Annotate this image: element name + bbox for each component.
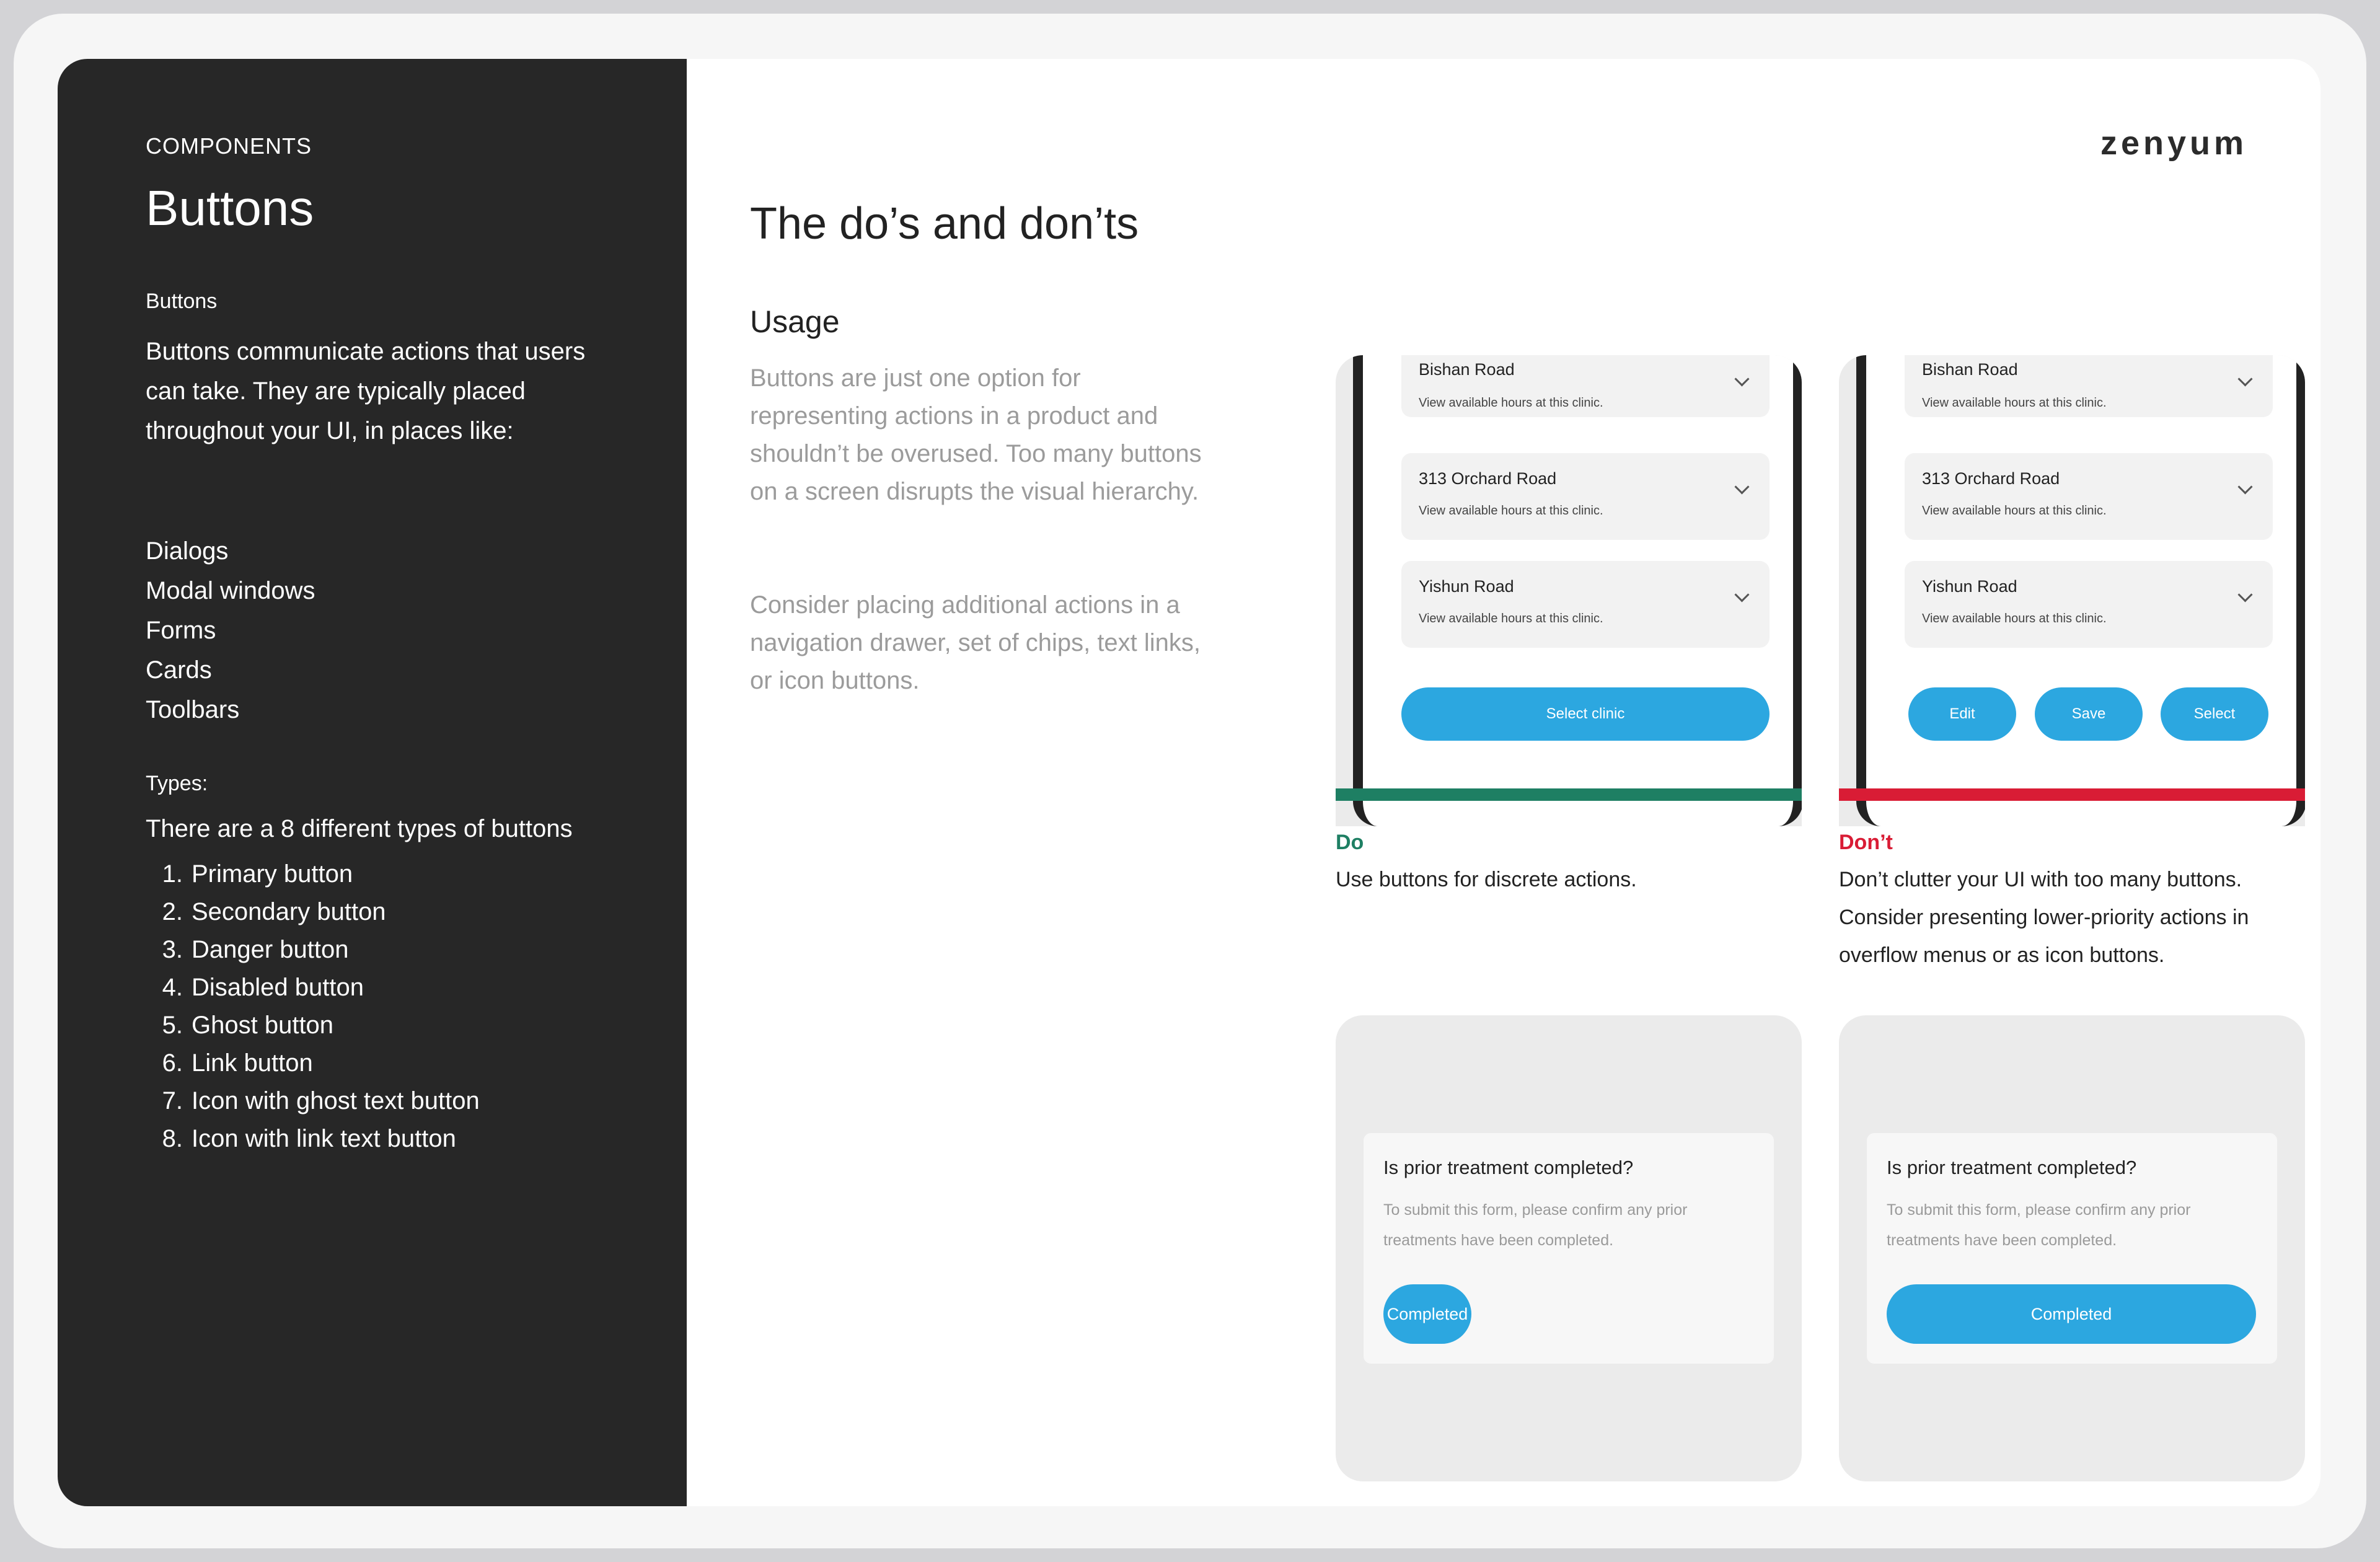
places-item: Dialogs (146, 537, 229, 565)
chevron-down-icon[interactable] (2237, 479, 2253, 495)
dont-dialog-example: Is prior treatment completed? To submit … (1839, 1015, 2305, 1481)
dont-phone-mockup: Bishan Road View available hours at this… (1839, 355, 2305, 826)
page-title: The do’s and don’ts (750, 199, 1139, 249)
sidebar-title: Buttons (146, 180, 314, 236)
device-frame: COMPONENTS Buttons Buttons Buttons commu… (0, 0, 2380, 1562)
types-item-label: Icon with ghost text button (192, 1087, 480, 1114)
chevron-down-icon[interactable] (1734, 479, 1750, 495)
do-text: Use buttons for discrete actions. (1336, 868, 1637, 891)
types-label: Types: (146, 772, 208, 795)
clinic-name: 313 Orchard Road (1419, 469, 1557, 488)
types-item-label: Icon with link text button (192, 1125, 456, 1152)
clinic-name: Yishun Road (1922, 577, 2017, 596)
clinic-subtext: View available hours at this clinic. (1419, 612, 1603, 625)
clinic-subtext: View available hours at this clinic. (1419, 396, 1603, 410)
select-button[interactable]: Select (2161, 687, 2268, 741)
types-item: 8. Icon with link text button (146, 1120, 480, 1158)
types-item-number: 4. (162, 974, 183, 1001)
dialog-title: Is prior treatment completed? (1887, 1157, 2137, 1178)
dialog-text: To submit this form, please confirm any … (1383, 1201, 1688, 1249)
edit-button[interactable]: Edit (1908, 687, 2016, 741)
places-item: Toolbars (146, 696, 240, 723)
types-item-number: 8. (162, 1125, 183, 1152)
dialog-card: Is prior treatment completed? To submit … (1867, 1133, 2277, 1364)
clinic-subtext: View available hours at this clinic. (1922, 504, 2107, 518)
clinic-list-item[interactable]: Yishun Road View available hours at this… (1905, 561, 2273, 648)
select-clinic-button[interactable]: Select clinic (1401, 687, 1770, 741)
types-intro: There are a 8 different types of buttons (146, 815, 573, 842)
clinic-list-item[interactable]: Bishan Road View available hours at this… (1401, 355, 1770, 417)
do-label: Do (1336, 831, 1364, 854)
usage-paragraph-1: Buttons are just one option for represen… (750, 364, 1202, 505)
main-content: zenyum The do’s and don’ts Usage Buttons… (687, 59, 2320, 1506)
do-dialog-example: Is prior treatment completed? To submit … (1336, 1015, 1802, 1481)
usage-paragraph-2: Consider placing additional actions in a… (750, 591, 1201, 694)
clinic-name: Yishun Road (1419, 577, 1514, 596)
chevron-down-icon[interactable] (2237, 587, 2253, 602)
clinic-list-item[interactable]: 313 Orchard Road View available hours at… (1905, 453, 2273, 540)
phone-screen: Bishan Road View available hours at this… (1353, 355, 1802, 826)
types-item: 1. Primary button (146, 855, 480, 893)
dialog-card: Is prior treatment completed? To submit … (1364, 1133, 1774, 1364)
types-item-label: Link button (192, 1049, 313, 1077)
dont-text: Don’t clutter your UI with too many butt… (1839, 868, 2249, 967)
completed-button[interactable]: Completed (1887, 1284, 2256, 1344)
types-item: 6. Link button (146, 1044, 480, 1082)
places-item: Modal windows (146, 577, 315, 604)
clinic-name: Bishan Road (1922, 360, 2018, 379)
zenyum-logo: zenyum (2100, 125, 2247, 162)
types-item-number: 6. (162, 1049, 183, 1077)
phone-screen: Bishan Road View available hours at this… (1856, 355, 2305, 826)
types-item-label: Secondary button (192, 898, 386, 925)
do-phone-mockup: Bishan Road View available hours at this… (1336, 355, 1802, 826)
clinic-name: 313 Orchard Road (1922, 469, 2060, 488)
types-item-label: Primary button (192, 860, 353, 888)
types-item: 7. Icon with ghost text button (146, 1082, 480, 1120)
types-item-label: Disabled button (192, 974, 364, 1001)
clinic-name: Bishan Road (1419, 360, 1515, 379)
types-list: 1. Primary button 2. Secondary button 3. Da… (146, 855, 480, 1158)
dont-indicator-bar (1839, 788, 2305, 801)
types-item-label: Ghost button (192, 1012, 334, 1039)
slide-card: COMPONENTS Buttons Buttons Buttons commu… (58, 59, 2320, 1506)
dialog-title: Is prior treatment completed? (1383, 1157, 1634, 1178)
types-item-number: 5. (162, 1012, 183, 1039)
places-list: Dialogs Modal windows Forms Cards Toolba… (146, 531, 315, 730)
clinic-subtext: View available hours at this clinic. (1922, 612, 2107, 625)
types-item-label: Danger button (192, 936, 349, 963)
places-item: Forms (146, 617, 216, 644)
types-item-number: 1. (162, 860, 183, 888)
usage-title: Usage (750, 304, 840, 339)
sidebar-description: Buttons communicate actions that users c… (146, 338, 586, 444)
types-item-number: 3. (162, 936, 183, 963)
chevron-down-icon[interactable] (2237, 371, 2253, 387)
dont-label: Don’t (1839, 831, 1893, 854)
types-item-number: 7. (162, 1087, 183, 1114)
sidebar-section-label: Buttons (146, 289, 218, 313)
chevron-down-icon[interactable] (1734, 587, 1750, 602)
types-item: 3. Danger button (146, 931, 480, 969)
chevron-down-icon[interactable] (1734, 371, 1750, 387)
clinic-subtext: View available hours at this clinic. (1922, 396, 2107, 410)
do-indicator-bar (1336, 788, 1802, 801)
dialog-text: To submit this form, please confirm any … (1887, 1201, 2191, 1249)
save-button[interactable]: Save (2035, 687, 2143, 741)
clinic-list-item[interactable]: Bishan Road View available hours at this… (1905, 355, 2273, 417)
types-item: 5. Ghost button (146, 1007, 480, 1044)
types-item: 2. Secondary button (146, 893, 480, 931)
types-item: 4. Disabled button (146, 969, 480, 1007)
sidebar-eyebrow: COMPONENTS (146, 133, 312, 159)
completed-button[interactable]: Completed (1383, 1284, 1471, 1344)
sidebar: COMPONENTS Buttons Buttons Buttons commu… (58, 59, 687, 1506)
types-item-number: 2. (162, 898, 183, 925)
places-item: Cards (146, 656, 212, 684)
clinic-list-item[interactable]: Yishun Road View available hours at this… (1401, 561, 1770, 648)
clinic-list-item[interactable]: 313 Orchard Road View available hours at… (1401, 453, 1770, 540)
clinic-subtext: View available hours at this clinic. (1419, 504, 1603, 518)
